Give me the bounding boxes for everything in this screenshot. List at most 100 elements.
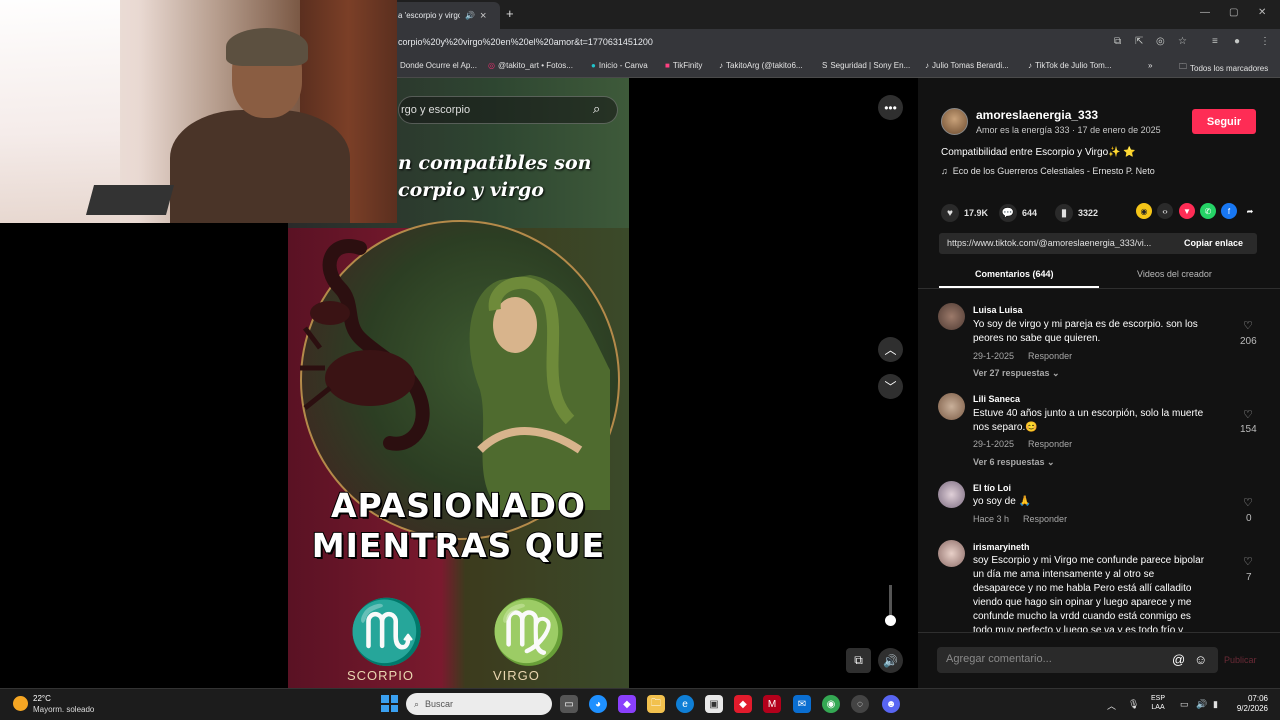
maximize-icon[interactable]: ▢ [1229, 7, 1238, 18]
heart-icon[interactable]: ♡ [1243, 496, 1253, 509]
heart-icon[interactable]: ♡ [1243, 408, 1253, 421]
creator-username[interactable]: amoreslaenergia_333 [976, 108, 1098, 122]
previous-video-button[interactable]: ︿ [878, 337, 903, 362]
weather-sun-icon[interactable] [13, 696, 28, 711]
mic-icon[interactable]: 🎙 [1128, 699, 1139, 710]
share-icon[interactable]: ➦ [1242, 203, 1258, 219]
weather-temp: 22°C [33, 694, 51, 703]
comment-like-count: 206 [1240, 336, 1257, 347]
translate-icon[interactable]: ⧉ [1114, 36, 1121, 47]
store-icon[interactable]: ▣ [705, 695, 723, 713]
bookmark-item[interactable]: ◎ @takito_art • Fotos... [488, 61, 573, 70]
video-search-input[interactable]: rgo y escorpio [398, 96, 618, 124]
like-stat[interactable]: ♥ 17.9K [941, 204, 988, 222]
browser-tab[interactable]: a 'escorpio y virgo 🔊 × [390, 2, 500, 29]
emoji-icon[interactable]: ☺ [1194, 652, 1207, 667]
more-options-button[interactable]: ••• [878, 95, 903, 120]
speaker-icon[interactable]: 🔊 [1196, 699, 1207, 710]
comment-author[interactable]: Lili Saneca [973, 394, 1020, 404]
comment-stat[interactable]: 💬 644 [999, 204, 1037, 222]
bookmark-item[interactable]: ♪ Julio Tomas Berardi... [925, 61, 1009, 70]
comment-line: un día me ama intensamente y al otro se [973, 569, 1155, 580]
tray-chevron-icon[interactable]: ︿ [1107, 699, 1116, 712]
url-field[interactable]: corpio%20y%20virgo%20en%20el%20amor&t=17… [398, 37, 653, 47]
edge-icon[interactable]: e [676, 695, 694, 713]
heart-icon[interactable]: ♡ [1243, 319, 1253, 332]
language-indicator[interactable]: ESP LAA [1151, 694, 1165, 712]
close-window-icon[interactable]: ✕ [1258, 7, 1266, 18]
share-link-url[interactable]: https://www.tiktok.com/@amoreslaenergia_… [947, 238, 1169, 248]
battery-icon[interactable]: ▮ [1213, 699, 1218, 710]
copy-link-button[interactable]: Copiar enlace [1184, 238, 1243, 248]
reply-button[interactable]: Responder [1023, 514, 1067, 524]
app-red-icon[interactable]: ◆ [734, 695, 752, 713]
queue-icon[interactable]: ≡ [1212, 36, 1218, 47]
speaker-icon[interactable]: 🔊 [465, 11, 475, 20]
save-stat[interactable]: ▮ 3322 [1055, 204, 1098, 222]
heart-icon[interactable]: ♡ [1243, 555, 1253, 568]
tab-comments[interactable]: Comentarios (644) [975, 269, 1054, 279]
file-explorer-icon[interactable]: 🗀 [647, 695, 665, 713]
avatar[interactable] [938, 303, 965, 330]
eye-off-icon[interactable]: ◎ [1156, 36, 1165, 47]
embed-icon[interactable]: ‹› [1157, 203, 1173, 219]
mention-icon[interactable]: @ [1172, 652, 1185, 667]
pip-button[interactable]: ⧉ [846, 648, 871, 673]
network-icon[interactable]: ▭ [1180, 699, 1189, 710]
minimize-icon[interactable]: — [1200, 7, 1210, 18]
windows-start-icon[interactable] [381, 695, 398, 712]
bookmark-item[interactable]: ■ TikFinity [665, 61, 702, 70]
menu-icon[interactable]: ⋮ [1260, 36, 1270, 47]
view-replies-button[interactable]: Ver 6 respuestas ⌄ [973, 457, 1055, 468]
comment-author[interactable]: irismaryineth [973, 542, 1030, 552]
comment-author[interactable]: Luisa Luisa [973, 305, 1023, 315]
avatar[interactable] [938, 540, 965, 567]
discord-icon[interactable]: ☻ [882, 695, 900, 713]
whatsapp-icon[interactable]: ✆ [1200, 203, 1216, 219]
follow-button[interactable]: Seguir [1192, 109, 1256, 134]
comment-line: nos separo.😊 [973, 422, 1038, 433]
bookmark-star-icon[interactable]: ☆ [1178, 36, 1187, 47]
volume-button[interactable]: 🔊 [878, 648, 903, 673]
profile-icon[interactable]: ● [1234, 36, 1240, 47]
music-track[interactable]: ♫ Eco de los Guerreros Celestiales - Ern… [941, 166, 1155, 176]
coin-icon[interactable]: ◉ [1136, 203, 1152, 219]
avatar[interactable] [938, 393, 965, 420]
avatar[interactable] [938, 481, 965, 508]
search-icon[interactable]: ⌕ [593, 101, 600, 117]
reply-button[interactable]: Responder [1028, 439, 1072, 449]
widgets-icon[interactable]: ◆ [618, 695, 636, 713]
bookmark-item[interactable]: S Seguridad | Sony En... [822, 61, 910, 70]
reply-button[interactable]: Responder [1028, 351, 1072, 361]
facebook-icon[interactable]: f [1221, 203, 1237, 219]
bookmarks-more[interactable]: » [1148, 61, 1152, 70]
close-tab-icon[interactable]: × [480, 10, 486, 22]
weather-desc: Mayorm. soleado [33, 705, 95, 714]
tab-creator-videos[interactable]: Videos del creador [1137, 269, 1212, 279]
new-tab-button[interactable]: + [506, 6, 514, 21]
folder-icon: 🗀 [1179, 62, 1187, 71]
task-view-icon[interactable]: ▭ [560, 695, 578, 713]
outlook-icon[interactable]: ✉ [793, 695, 811, 713]
bookmark-icon: ▮ [1055, 204, 1073, 222]
copilot-icon[interactable]: ◕ [589, 695, 607, 713]
bookmark-item[interactable]: ♪ TikTok de Julio Tom... [1028, 61, 1111, 70]
cast-icon[interactable]: ⇱ [1135, 36, 1143, 47]
all-bookmarks[interactable]: 🗀 Todos los marcadores [1179, 61, 1268, 75]
volume-knob[interactable] [885, 615, 896, 626]
mcafee-icon[interactable]: M [763, 695, 781, 713]
taskbar-search[interactable]: ⌕ Buscar [406, 693, 552, 715]
chrome-icon[interactable]: ◉ [822, 695, 840, 713]
clock[interactable]: 07:06 9/2/2026 [1230, 694, 1268, 714]
next-video-button[interactable]: ﹀ [878, 374, 903, 399]
bookmark-item[interactable]: ● Inicio - Canva [591, 61, 648, 70]
bookmark-item[interactable]: Donde Ocurre el Ap... [400, 61, 477, 70]
publish-button[interactable]: Publicar [1224, 655, 1257, 665]
bookmark-item[interactable]: ♪ TakitoArg (@takito6... [719, 61, 803, 70]
app-gray-icon[interactable]: ◌ [851, 695, 869, 713]
comment-meta: 29-1-2025 Responder [973, 351, 1072, 361]
comment-author[interactable]: El tío Loi [973, 483, 1011, 493]
avatar[interactable] [941, 108, 968, 135]
view-replies-button[interactable]: Ver 27 respuestas ⌄ [973, 368, 1060, 379]
send-icon[interactable]: ▼ [1179, 203, 1195, 219]
